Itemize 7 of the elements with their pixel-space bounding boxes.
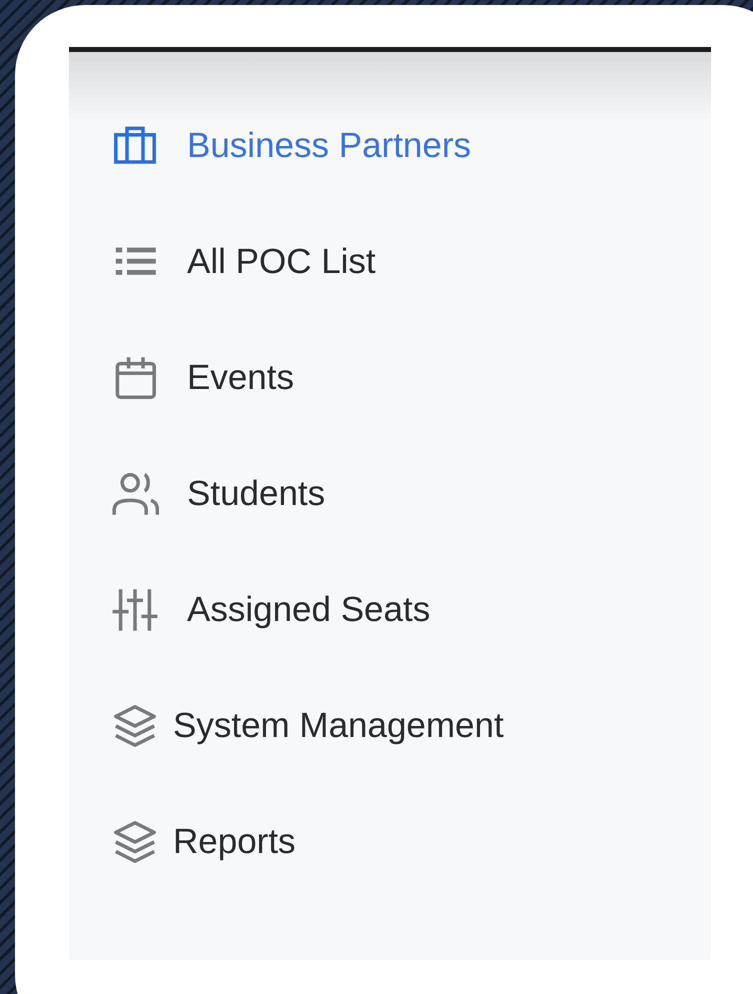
sidebar-item[interactable]: All POC List — [69, 233, 711, 290]
sidebar-item[interactable]: System Management — [69, 697, 711, 754]
sidebar-item[interactable]: Events — [69, 349, 711, 406]
sidebar-item[interactable]: Business Partners — [69, 117, 711, 174]
sidebar-item[interactable]: Students — [69, 465, 711, 522]
sidebar-item[interactable]: Assigned Seats — [69, 581, 711, 638]
sidebar-item[interactable]: Reports — [69, 813, 711, 870]
